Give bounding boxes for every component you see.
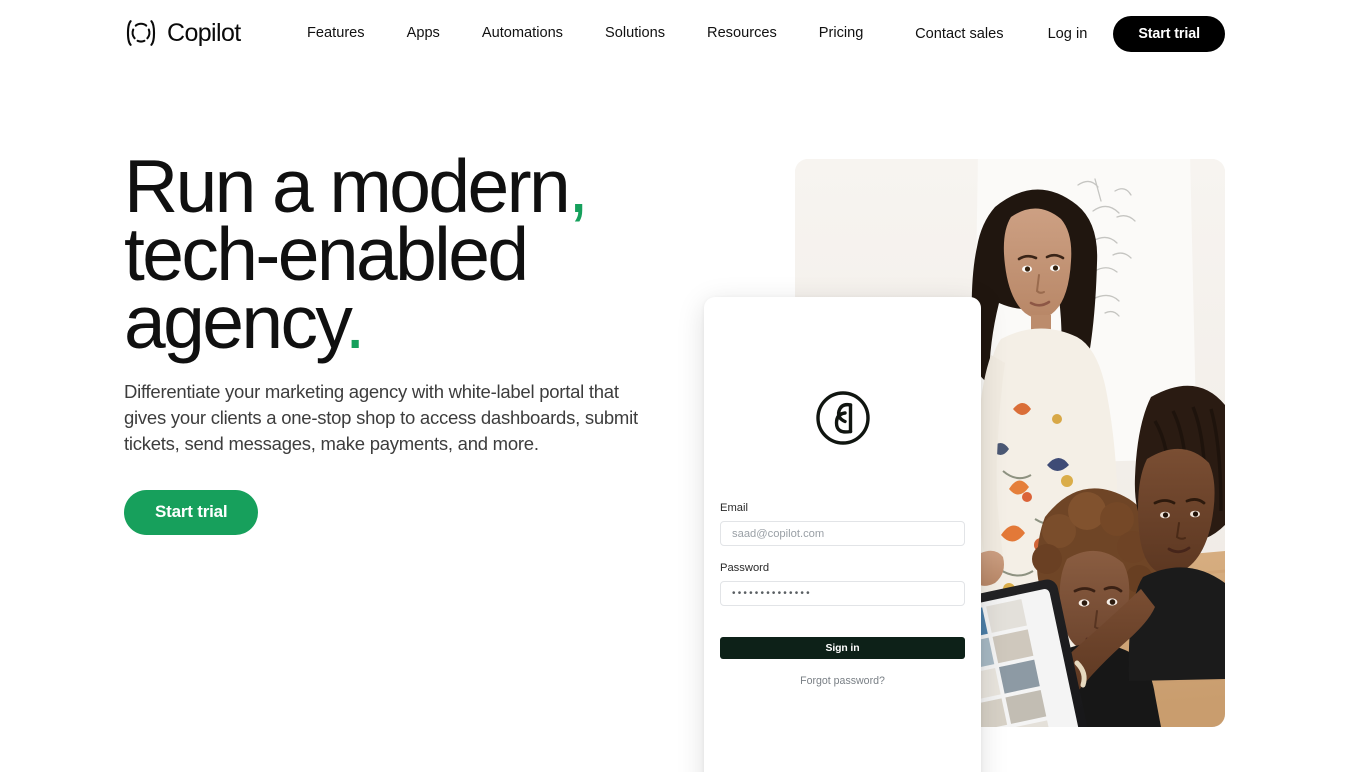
hero-title-line-3: agency <box>124 280 347 364</box>
start-trial-button-nav[interactable]: Start trial <box>1113 16 1225 52</box>
login-card: Email Password Sign in Forgot password? <box>704 297 981 772</box>
primary-nav-links: Features Apps Automations Solutions Reso… <box>307 23 863 43</box>
log-in-link[interactable]: Log in <box>1048 24 1088 44</box>
copilot-circle-mark-icon <box>814 389 872 447</box>
nav-item-solutions[interactable]: Solutions <box>605 23 665 43</box>
brand-name: Copilot <box>167 18 241 47</box>
password-input[interactable] <box>720 581 965 606</box>
nav-item-apps[interactable]: Apps <box>407 23 440 43</box>
brand-logo-link[interactable]: Copilot <box>124 18 241 48</box>
sign-in-button[interactable]: Sign in <box>720 637 965 659</box>
password-field-group: Password <box>720 561 965 606</box>
hero-title-comma: , <box>568 144 589 228</box>
landing-page: Copilot Features Apps Automations Soluti… <box>0 0 1350 772</box>
nav-item-automations[interactable]: Automations <box>482 23 563 43</box>
email-field-group: Email <box>720 501 965 546</box>
hero-title-period: . <box>344 280 366 364</box>
nav-item-pricing[interactable]: Pricing <box>819 23 864 43</box>
login-logo-wrap <box>720 389 965 447</box>
nav-actions: Contact sales Log in Start trial <box>915 16 1225 52</box>
top-navigation-bar: Copilot Features Apps Automations Soluti… <box>0 0 1350 68</box>
hero-subtitle: Differentiate your marketing agency with… <box>124 381 638 455</box>
start-trial-button-hero[interactable]: Start trial <box>124 489 259 535</box>
nav-item-features[interactable]: Features <box>307 23 365 43</box>
page-title: Run a modern, tech-enabled agency. <box>124 149 664 360</box>
contact-sales-link[interactable]: Contact sales <box>915 24 1003 44</box>
nav-item-resources[interactable]: Resources <box>707 23 777 43</box>
password-label: Password <box>720 562 770 574</box>
copilot-parenthesis-circle-icon <box>124 18 158 48</box>
hero-content: Run a modern, tech-enabled agency. Diffe… <box>124 149 664 535</box>
email-input[interactable] <box>720 521 965 546</box>
forgot-password-link[interactable]: Forgot password? <box>720 675 965 687</box>
email-label: Email <box>720 502 748 514</box>
